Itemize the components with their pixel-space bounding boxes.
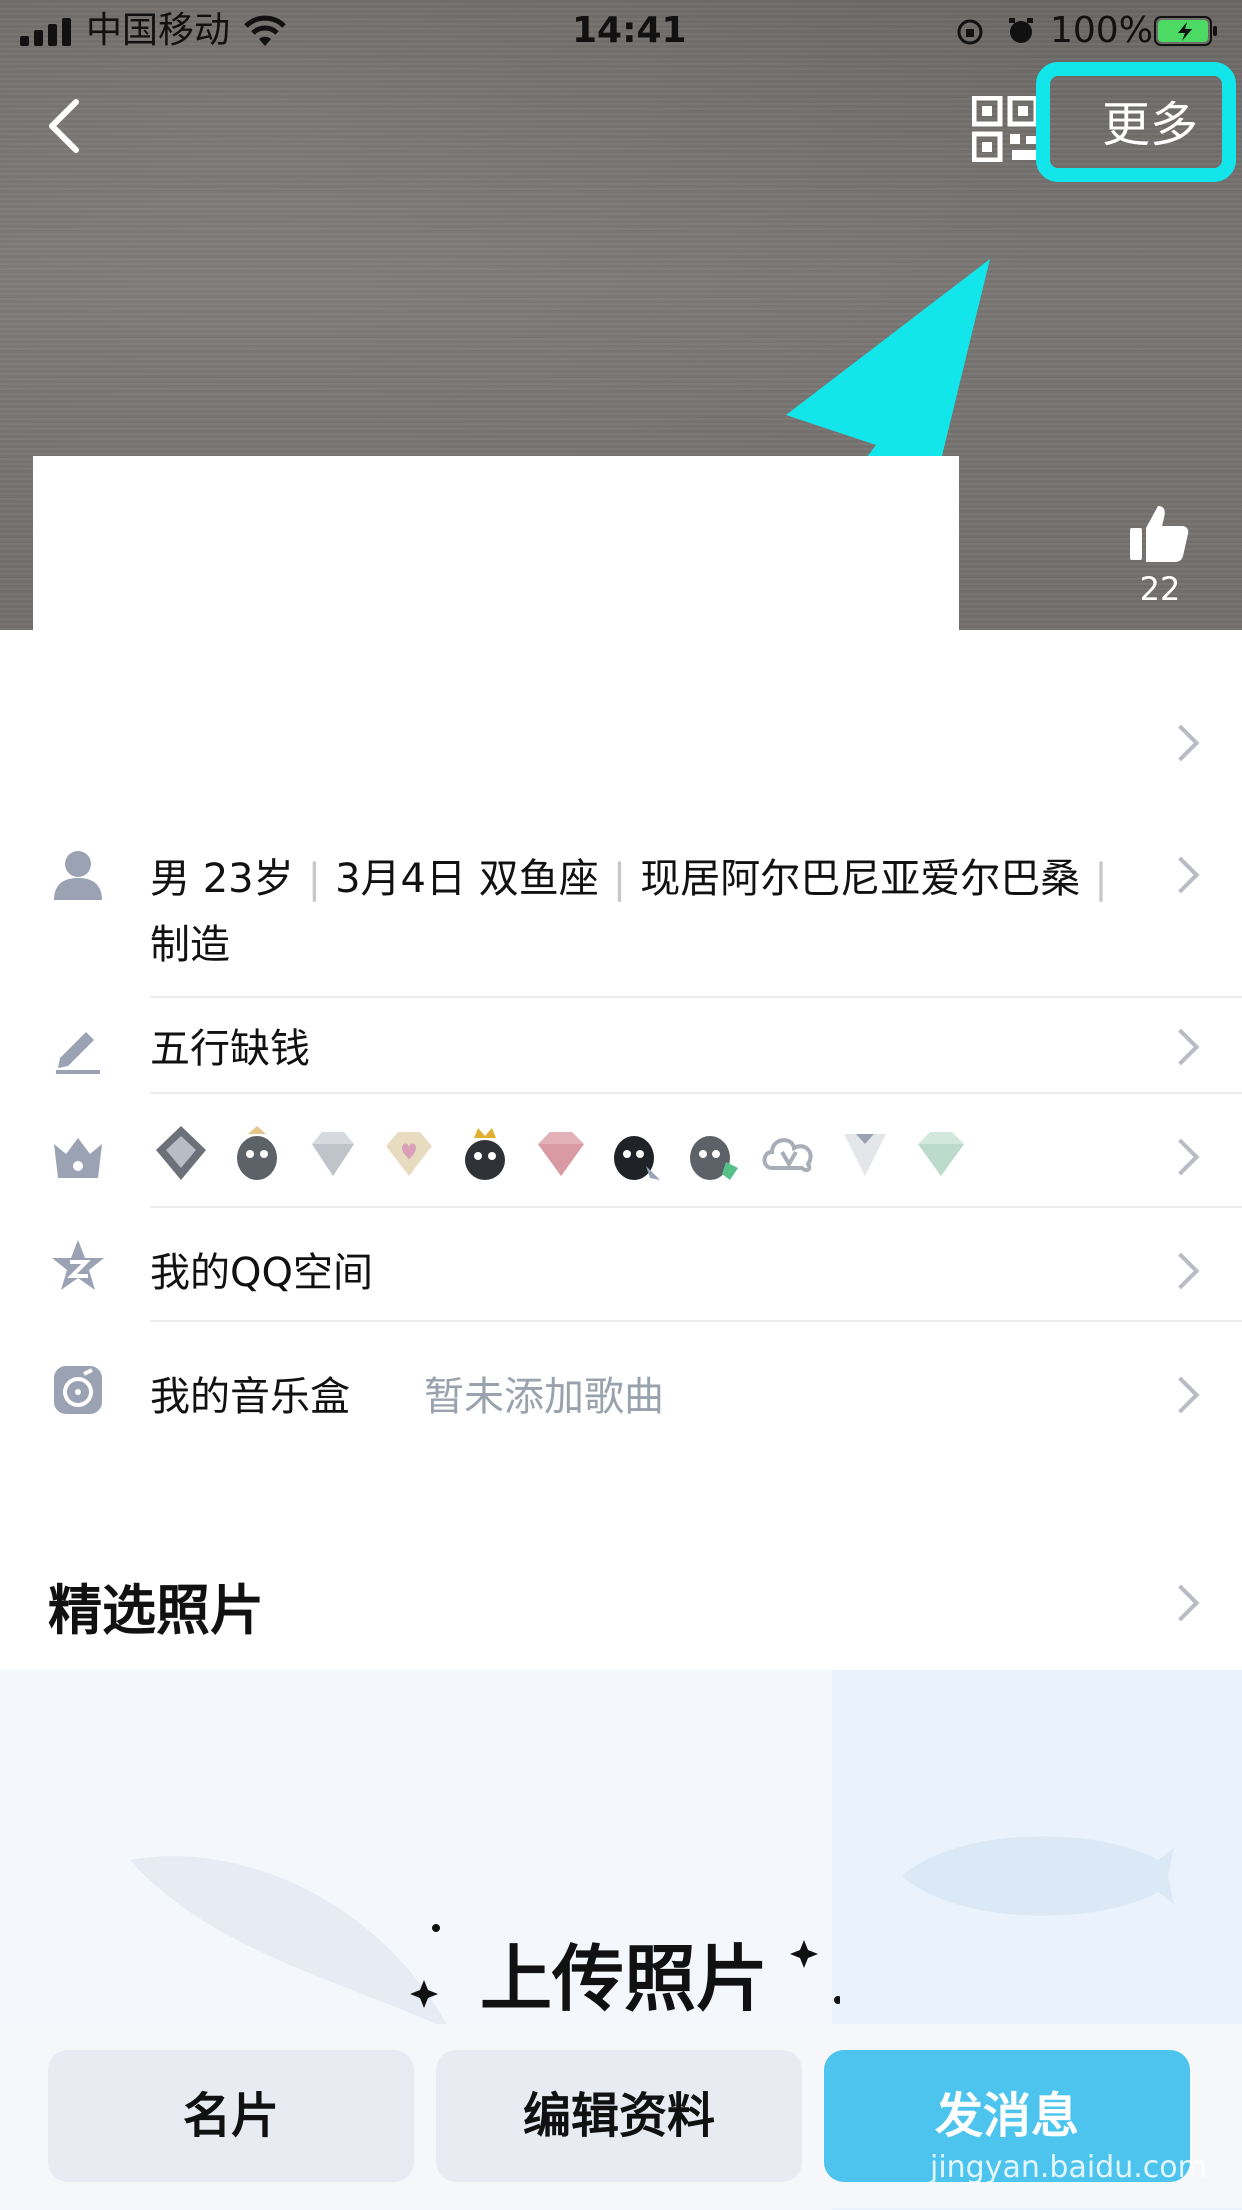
signature-text[interactable]: 五行缺钱 — [150, 1016, 310, 1074]
battery-icon — [1154, 16, 1217, 46]
gender-age: 男 23岁 — [150, 856, 294, 902]
chevron-right-icon[interactable] — [1162, 1584, 1200, 1622]
watermark: jingyan.baidu.com — [930, 2150, 1207, 2185]
battery-percent: 100% — [1050, 10, 1153, 51]
more-button[interactable]: 更多 — [1080, 92, 1220, 158]
music-box-icon — [54, 1366, 102, 1414]
badge-icon — [834, 1122, 896, 1184]
music-box-label[interactable]: 我的音乐盒 — [150, 1364, 350, 1422]
divider — [150, 1206, 1242, 1208]
birthday: 3月4日 双鱼座 — [335, 856, 599, 902]
chevron-right-icon[interactable] — [1162, 856, 1200, 894]
carrier-label: 中国移动 — [86, 10, 231, 51]
profile-card — [33, 456, 959, 630]
badge-icon — [606, 1122, 668, 1184]
wifi-icon — [244, 15, 286, 46]
chevron-right-icon[interactable] — [1162, 1138, 1200, 1176]
location: 现居阿尔巴尼亚爱尔巴桑 — [640, 856, 1081, 902]
badge-icon — [682, 1122, 744, 1184]
divider — [150, 1320, 1242, 1322]
badge-icon — [530, 1122, 592, 1184]
thumbs-up-icon[interactable] — [1128, 502, 1190, 564]
signal-icon — [20, 18, 75, 46]
badge-icon — [758, 1122, 820, 1184]
badge-icon — [910, 1122, 972, 1184]
badge-icon — [226, 1122, 288, 1184]
music-box-hint: 暂未添加歌曲 — [424, 1374, 664, 1420]
fish-illustration — [902, 1836, 1174, 1916]
section-title-photos: 精选照片 — [48, 1579, 264, 1642]
chevron-right-icon[interactable] — [1162, 724, 1200, 762]
crown-icon — [54, 1138, 102, 1178]
alarm-icon — [1009, 18, 1033, 43]
clock: 14:41 — [572, 10, 687, 51]
chevron-right-icon[interactable] — [1162, 1252, 1200, 1290]
upload-photo-title[interactable]: 上传照片 — [480, 1920, 768, 2025]
card-button[interactable]: 名片 — [48, 2050, 414, 2182]
divider — [150, 1092, 1242, 1094]
badge-icon — [378, 1122, 440, 1184]
chevron-right-icon[interactable] — [1162, 1376, 1200, 1414]
basic-info-row[interactable]: 男 23岁 | 3月4日 双鱼座 | 现居阿尔巴尼亚爱尔巴桑 |制造 — [150, 846, 1130, 978]
occupation: 制造 — [150, 922, 230, 968]
chevron-right-icon[interactable] — [1162, 1028, 1200, 1066]
rotation-lock-icon — [957, 19, 983, 45]
divider — [150, 996, 1242, 998]
qzone-label[interactable]: 我的QQ空间 — [150, 1240, 373, 1298]
person-icon — [54, 851, 102, 900]
badge-icon — [150, 1122, 212, 1184]
pencil-icon — [56, 1032, 100, 1074]
badge-list[interactable] — [150, 1122, 972, 1186]
back-icon[interactable] — [44, 96, 84, 156]
like-count: 22 — [1139, 570, 1181, 608]
qzone-star-icon — [52, 1240, 104, 1290]
badge-icon — [302, 1122, 364, 1184]
badge-icon — [454, 1122, 516, 1184]
status-bar: 中国移动 14:41 100% — [0, 0, 1242, 62]
edit-profile-button[interactable]: 编辑资料 — [436, 2050, 802, 2182]
qr-code-icon[interactable] — [972, 96, 1038, 162]
